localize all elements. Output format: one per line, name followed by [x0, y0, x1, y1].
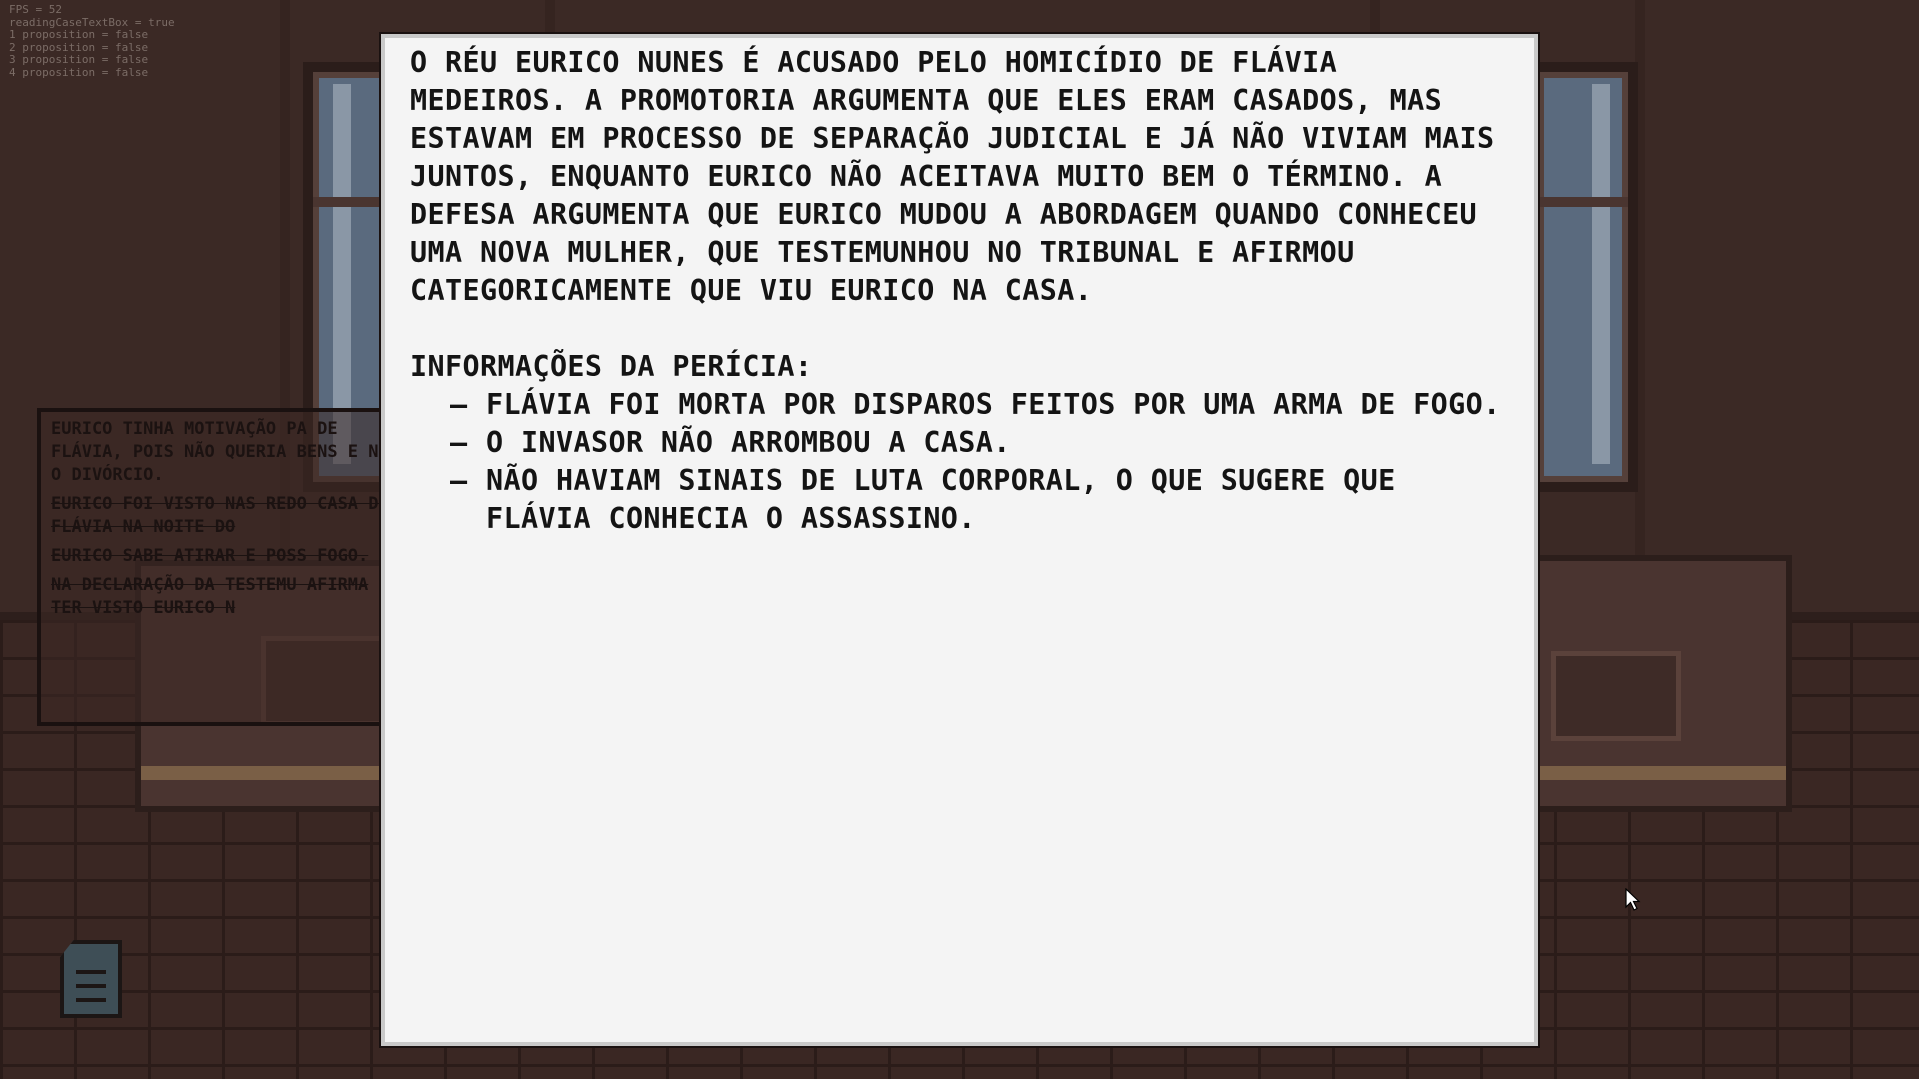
case-intro: O RÉU EURICO NUNES É ACUSADO PELO HOMICÍ…	[410, 46, 1495, 307]
debug-line: 1 proposition = false	[9, 28, 149, 42]
forensics-heading: INFORMAÇÕES DA PERÍCIA:	[410, 350, 813, 383]
finding-item: – FLÁVIA FOI MORTA POR DISPAROS FEITOS PO…	[410, 386, 1510, 424]
case-text-box[interactable]: O RÉU EURICO NUNES É ACUSADO PELO HOMICÍ…	[381, 34, 1538, 1046]
forensics-findings-list: – FLÁVIA FOI MORTA POR DISPAROS FEITOS PO…	[410, 386, 1510, 538]
bullet-dash: –	[450, 464, 468, 497]
clue-item[interactable]: NA DECLARAÇÃO DA TESTEMU AFIRMA TER VIST…	[41, 574, 401, 620]
bullet-dash: –	[450, 388, 468, 421]
bullet-dash: –	[450, 426, 468, 459]
clue-item[interactable]: EURICO TINHA MOTIVAÇÃO PA DE FLÁVIA, POI…	[41, 418, 401, 487]
clue-item[interactable]: EURICO SABE ATIRAR E POSS FOGO.	[41, 545, 401, 568]
finding-item: – NÃO HAVIAM SINAIS DE LUTA CORPORAL, O Q…	[450, 464, 1396, 535]
mouse-cursor-icon	[1625, 888, 1641, 911]
right-window	[1528, 62, 1638, 492]
finding-item: – O INVASOR NÃO ARROMBOU A CASA.	[410, 424, 1510, 462]
clue-item[interactable]: EURICO FOI VISTO NAS REDO CASA DE FLÁVIA…	[41, 493, 401, 539]
clue-list-panel: EURICO TINHA MOTIVAÇÃO PA DE FLÁVIA, POI…	[37, 408, 405, 726]
debug-line: 4 proposition = false	[9, 65, 149, 79]
debug-overlay: FPS = 52 readingCaseTextBox = true 1 pro…	[9, 3, 175, 80]
debug-line: FPS = 52	[9, 3, 62, 16]
right-cabinet	[1525, 555, 1792, 812]
document-icon[interactable]	[60, 940, 122, 1018]
case-description: O RÉU EURICO NUNES É ACUSADO PELO HOMICÍ…	[410, 44, 1510, 538]
